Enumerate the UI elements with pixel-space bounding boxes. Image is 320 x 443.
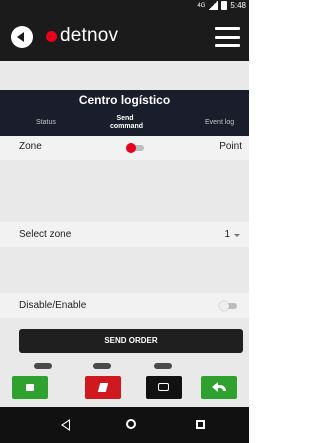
select-zone-label: Select zone	[19, 229, 72, 240]
disable-enable-toggle[interactable]	[219, 301, 239, 311]
spacer	[0, 61, 249, 90]
zone-label: Zone	[19, 141, 42, 152]
select-zone-row[interactable]: Select zone 1	[0, 222, 249, 247]
mute-button[interactable]	[12, 376, 48, 399]
return-button[interactable]	[201, 376, 237, 399]
panel-title: Centro logístico	[78, 93, 171, 107]
tab-event-log[interactable]: Event log	[205, 119, 234, 126]
zone-row: Zone Point	[0, 136, 249, 160]
divider	[0, 247, 249, 293]
app-header: detnov	[0, 13, 249, 61]
app-screen: 4G 5:48 detnov Centro logístico Status S…	[0, 0, 249, 443]
system-nav-bar	[0, 407, 249, 443]
tab-send-command[interactable]: Send command	[110, 115, 143, 131]
zone-type-value: Point	[219, 141, 242, 152]
clock: 5:48	[230, 1, 246, 10]
signal-icon	[208, 1, 219, 10]
reset-icon	[158, 383, 169, 391]
reset-button[interactable]	[146, 376, 182, 399]
dropdown-caret-icon[interactable]	[234, 234, 240, 237]
zone-point-toggle[interactable]	[126, 143, 146, 153]
mute-icon	[26, 384, 34, 391]
silence-alarm-button[interactable]	[85, 376, 121, 399]
disable-enable-label: Disable/Enable	[19, 300, 87, 311]
divider	[0, 160, 249, 222]
disable-enable-row: Disable/Enable	[0, 293, 249, 318]
led-indicator	[34, 363, 52, 369]
back-arrow-icon	[212, 382, 226, 393]
logo-dot-icon	[46, 30, 57, 42]
nav-home-icon[interactable]	[126, 419, 136, 429]
panel-header: Centro logístico Status Send command Eve…	[0, 90, 249, 136]
nav-back-icon[interactable]	[60, 419, 70, 431]
status-bar: 4G 5:48	[0, 0, 249, 13]
brand-logo: detnov	[46, 25, 118, 47]
silence-alarm-icon	[97, 383, 109, 392]
led-indicator	[154, 363, 172, 369]
hamburger-menu-icon[interactable]	[215, 27, 240, 47]
tab-status[interactable]: Status	[36, 119, 56, 126]
network-label: 4G	[197, 2, 206, 9]
nav-recent-apps-icon[interactable]	[196, 420, 205, 429]
brand-name: detnov	[60, 25, 119, 46]
send-order-button[interactable]: SEND ORDER	[19, 329, 243, 353]
select-zone-value[interactable]: 1	[224, 229, 230, 240]
battery-icon	[221, 1, 228, 10]
led-indicator	[93, 363, 111, 369]
back-arrow-icon[interactable]	[11, 26, 33, 48]
